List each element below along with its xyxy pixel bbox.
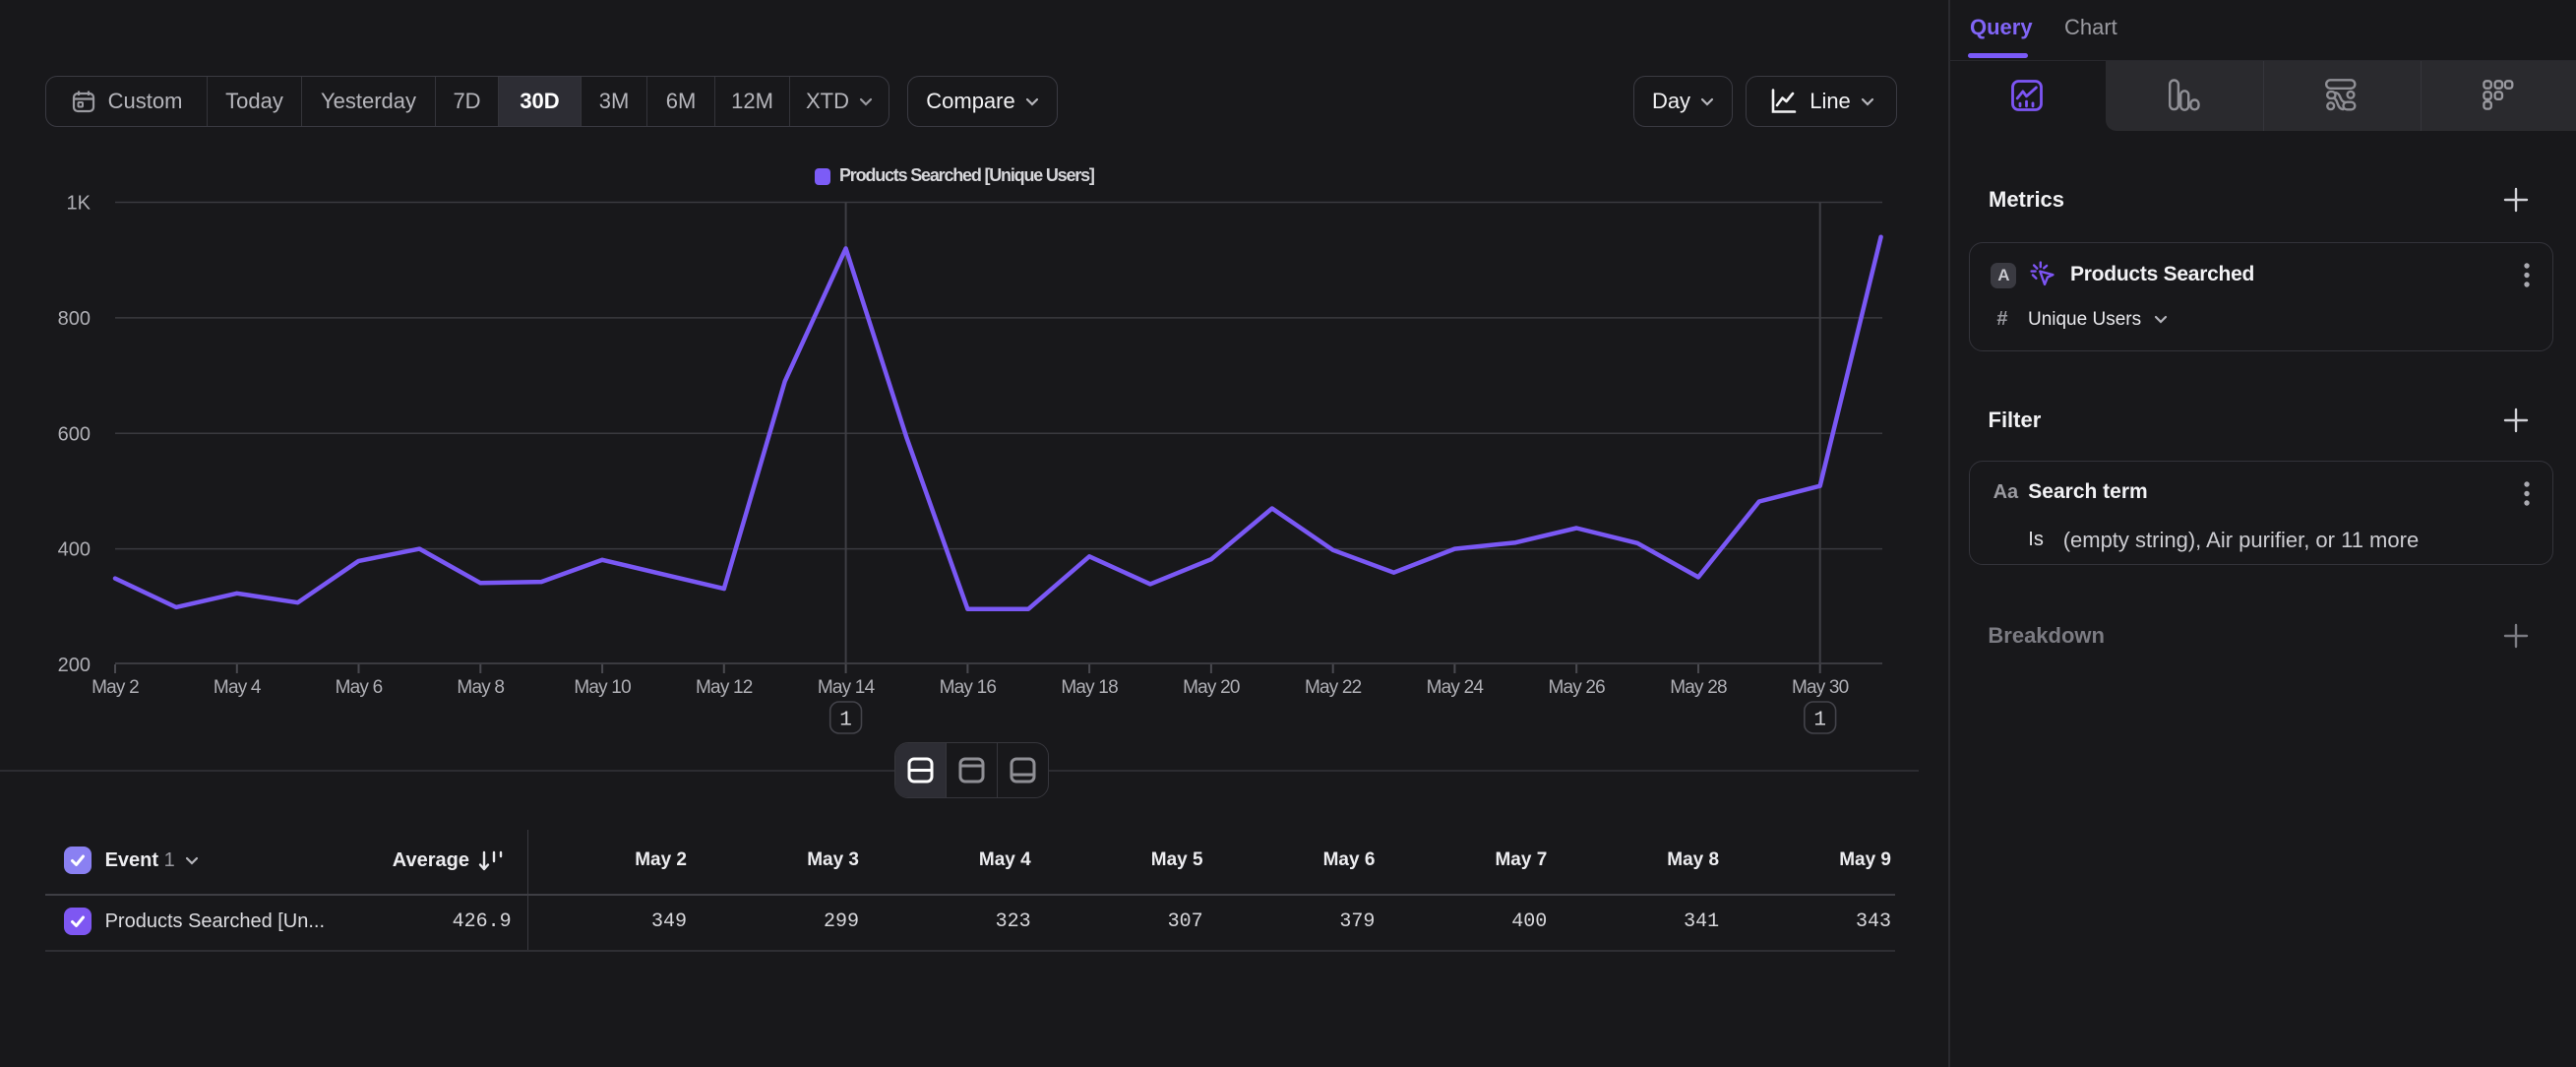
svg-text:May 30: May 30 (1792, 677, 1849, 698)
svg-text:May 22: May 22 (1305, 677, 1362, 698)
svg-text:May 2: May 2 (92, 677, 139, 698)
svg-text:800: 800 (58, 308, 91, 330)
svg-text:1K: 1K (67, 193, 92, 215)
svg-text:May 24: May 24 (1427, 677, 1485, 698)
svg-text:May 28: May 28 (1670, 677, 1727, 698)
svg-text:1: 1 (1813, 710, 1826, 732)
svg-text:200: 200 (58, 655, 91, 676)
svg-text:May 8: May 8 (457, 677, 504, 698)
svg-text:May 16: May 16 (940, 677, 997, 698)
svg-text:May 4: May 4 (214, 677, 262, 698)
svg-text:May 26: May 26 (1548, 677, 1605, 698)
svg-text:May 18: May 18 (1061, 677, 1118, 698)
svg-text:600: 600 (58, 423, 91, 445)
svg-text:400: 400 (58, 539, 91, 561)
svg-text:1: 1 (839, 710, 852, 732)
svg-text:May 12: May 12 (696, 677, 753, 698)
svg-text:May 20: May 20 (1183, 677, 1240, 698)
svg-text:May 6: May 6 (336, 677, 383, 698)
svg-text:May 14: May 14 (818, 677, 876, 698)
svg-text:May 10: May 10 (574, 677, 631, 698)
